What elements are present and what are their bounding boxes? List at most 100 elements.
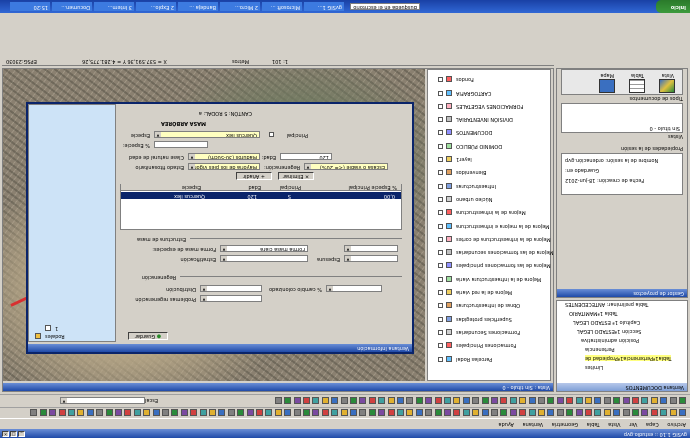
toolbar-tool-icon[interactable] xyxy=(509,397,517,404)
legend-layer[interactable]: DOCUMENTOS xyxy=(428,129,548,137)
toolbar-tool-icon[interactable] xyxy=(528,409,536,416)
legend-layer[interactable]: Núcleo urbano xyxy=(428,195,548,203)
toolbar-tool-icon[interactable] xyxy=(650,397,658,404)
toolbar-tool-icon[interactable] xyxy=(312,397,320,404)
principal-checkbox[interactable] xyxy=(269,132,274,137)
taskbar-task-button[interactable]: 3 Intern... xyxy=(94,2,134,11)
toolbar-tool-icon[interactable] xyxy=(434,397,442,404)
menu-vista[interactable]: Vista xyxy=(608,420,620,428)
close-icon[interactable]: × xyxy=(2,431,9,437)
layer-visibility-checkbox[interactable] xyxy=(438,290,443,296)
toolbar-tool-icon[interactable] xyxy=(368,409,376,416)
menu-ventana[interactable]: Ventana xyxy=(523,420,544,428)
legend-layer[interactable]: Superficies protegidas xyxy=(428,315,548,323)
legend-layer[interactable]: Bienvenidos xyxy=(428,168,548,176)
layer-visibility-checkbox[interactable] xyxy=(438,183,443,189)
toolbar-tool-icon[interactable] xyxy=(481,409,489,416)
toolbar-tool-icon[interactable] xyxy=(641,409,649,416)
toolbar-tool-icon[interactable] xyxy=(162,409,169,416)
regeneracion-combo[interactable]: Escasa o viable (<= 20%) xyxy=(304,163,388,170)
taskbar-task-button[interactable]: gvSIG 1... xyxy=(304,2,344,11)
toolbar-tool-icon[interactable] xyxy=(124,409,132,416)
view-item[interactable]: Sin título - 0 xyxy=(650,125,680,131)
start-button[interactable]: Inicio xyxy=(656,0,690,13)
toolbar-tool-icon[interactable] xyxy=(472,409,480,416)
legend-layer[interactable]: Mejora de la infraestructura xyxy=(428,208,548,216)
toolbar-tool-icon[interactable] xyxy=(528,397,536,404)
toolbar-tool-icon[interactable] xyxy=(378,397,386,404)
legend-layer[interactable]: layer1 xyxy=(428,155,548,163)
toolbar-tool-icon[interactable] xyxy=(547,409,555,416)
toolbar-tool-icon[interactable] xyxy=(425,409,433,416)
toolbar-tool-icon[interactable] xyxy=(237,409,245,416)
toolbar-tool-icon[interactable] xyxy=(547,397,555,404)
toolbar-tool-icon[interactable] xyxy=(556,397,564,404)
legend-layer[interactable]: Mejora de la red viaria xyxy=(428,288,548,296)
layer-visibility-checkbox[interactable] xyxy=(438,343,443,349)
legend-layer[interactable]: Mejora de las formaciones secundarias xyxy=(428,248,554,256)
toolbar-tool-icon[interactable] xyxy=(406,409,414,416)
legend-layer[interactable]: Infraestructuras xyxy=(428,182,548,190)
toolbar-tool-icon[interactable] xyxy=(340,409,348,416)
toolbar-tool-icon[interactable] xyxy=(39,409,47,416)
toolbar-tool-icon[interactable] xyxy=(218,409,226,416)
scale-combo[interactable] xyxy=(60,397,145,404)
toolbar-tool-icon[interactable] xyxy=(453,409,461,416)
toolbar-tool-icon[interactable] xyxy=(246,409,254,416)
toolbar-tool-icon[interactable] xyxy=(303,397,310,404)
toolbar-tool-icon[interactable] xyxy=(86,409,94,416)
taskbar-task-button[interactable]: 2 Micro... xyxy=(220,2,260,11)
minimize-button[interactable]: _ xyxy=(18,431,25,437)
taskbar-task-button[interactable]: Microsoft ... xyxy=(262,2,302,11)
toolbar-tool-icon[interactable] xyxy=(397,397,404,404)
toolbar-tool-icon[interactable] xyxy=(425,397,433,404)
toolbar-tool-icon[interactable] xyxy=(49,409,57,416)
toolbar-tool-icon[interactable] xyxy=(500,409,508,416)
toolbar-tool-icon[interactable] xyxy=(321,409,329,416)
toolbar-tool-icon[interactable] xyxy=(660,409,668,416)
legend-layer[interactable]: DOMINIO PÚBLICO xyxy=(428,142,548,150)
toolbar-tool-icon[interactable] xyxy=(77,409,85,416)
legend-layer[interactable]: Mejora de las formaciones principales xyxy=(428,262,551,270)
toolbar-tool-icon[interactable] xyxy=(274,409,282,416)
toolbar-tool-icon[interactable] xyxy=(585,397,592,404)
toolbar-tool-icon[interactable] xyxy=(68,409,75,416)
toolbar-tool-icon[interactable] xyxy=(500,397,508,404)
menu-geometria[interactable]: Geometría xyxy=(552,420,578,428)
legend-layer[interactable]: Formaciones Secundarias xyxy=(428,328,548,336)
toolbar-tool-icon[interactable] xyxy=(491,397,498,404)
toolbar-tool-icon[interactable] xyxy=(462,397,470,404)
layer-visibility-checkbox[interactable] xyxy=(438,157,443,163)
col-especie[interactable]: Especie xyxy=(182,184,201,190)
toolbar-tool-icon[interactable] xyxy=(274,397,282,404)
toolbar-tool-icon[interactable] xyxy=(481,397,489,404)
toolbar-tool-icon[interactable] xyxy=(152,409,160,416)
toolbar-tool-icon[interactable] xyxy=(444,409,451,416)
toolbar-tool-icon[interactable] xyxy=(227,409,235,416)
toolbar-tool-icon[interactable] xyxy=(603,397,611,404)
layer-visibility-checkbox[interactable] xyxy=(438,236,443,242)
toolbar-tool-icon[interactable] xyxy=(265,409,273,416)
layer-visibility-checkbox[interactable] xyxy=(438,117,443,123)
layer-visibility-checkbox[interactable] xyxy=(438,250,443,256)
toolbar-tool-icon[interactable] xyxy=(415,397,423,404)
layer-visibility-checkbox[interactable] xyxy=(438,130,443,136)
toolbar-tool-icon[interactable] xyxy=(96,409,104,416)
toolbar-tool-icon[interactable] xyxy=(434,409,442,416)
toolbar-tool-icon[interactable] xyxy=(143,409,151,416)
espesura-combo[interactable] xyxy=(344,255,398,262)
col-pct[interactable]: % Especie Principal xyxy=(349,184,397,190)
pct-especie-field[interactable] xyxy=(154,141,208,148)
legend-layer[interactable]: Formaciones Principales xyxy=(428,341,548,349)
layer-visibility-checkbox[interactable] xyxy=(438,303,443,309)
problemas-combo[interactable] xyxy=(200,295,262,302)
toolbar-tool-icon[interactable] xyxy=(321,397,329,404)
toolbar-tool-icon[interactable] xyxy=(284,397,292,404)
forma-combo[interactable]: Forma masa clara xyxy=(220,245,308,252)
maximize-button[interactable]: □ xyxy=(10,431,17,437)
toolbar-tool-icon[interactable] xyxy=(171,409,179,416)
toolbar-tool-icon[interactable] xyxy=(669,397,677,404)
toolbar-tool-icon[interactable] xyxy=(472,397,480,404)
menu-archivo[interactable]: Archivo xyxy=(667,420,686,428)
toolbar-tool-icon[interactable] xyxy=(641,397,649,404)
